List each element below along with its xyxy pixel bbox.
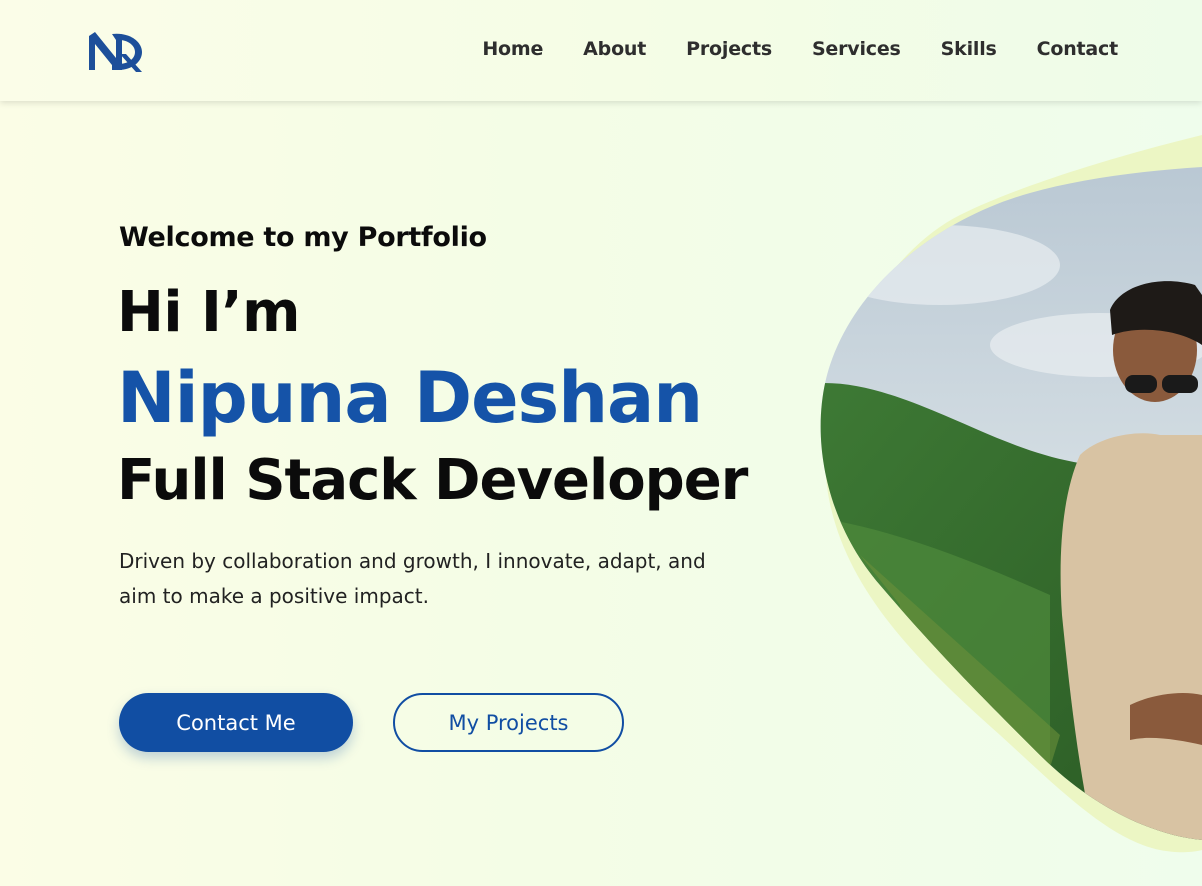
greeting-heading: Hi I’m	[117, 280, 301, 345]
nav-contact[interactable]: Contact	[1037, 38, 1119, 60]
role-title: Full Stack Developer	[117, 448, 748, 513]
my-projects-button[interactable]: My Projects	[393, 693, 624, 752]
nav-services[interactable]: Services	[812, 38, 901, 60]
contact-me-button[interactable]: Contact Me	[119, 693, 353, 752]
nd-logo-icon[interactable]	[86, 28, 144, 74]
welcome-heading: Welcome to my Portfolio	[119, 222, 487, 253]
site-header: Home About Projects Services Skills Cont…	[0, 0, 1202, 101]
person-name: Nipuna Deshan	[117, 357, 703, 439]
nav-home[interactable]: Home	[482, 38, 543, 60]
main-nav: Home About Projects Services Skills Cont…	[482, 38, 1118, 60]
nav-skills[interactable]: Skills	[941, 38, 997, 60]
nav-projects[interactable]: Projects	[686, 38, 772, 60]
nav-about[interactable]: About	[583, 38, 646, 60]
profile-photo-blob	[800, 135, 1202, 865]
hero-description: Driven by collaboration and growth, I in…	[119, 549, 706, 608]
profile-photo	[820, 135, 1202, 853]
